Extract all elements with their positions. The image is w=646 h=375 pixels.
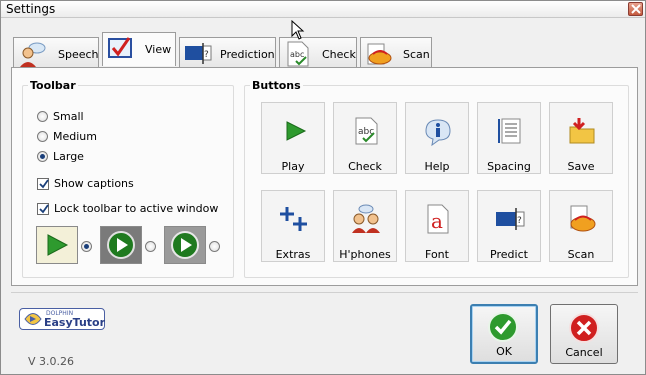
tab-scan[interactable]: Scan xyxy=(360,37,432,68)
scan-icon xyxy=(570,205,596,232)
logo-main-text: EasyTutor xyxy=(44,316,106,329)
spacing-button[interactable]: Spacing xyxy=(477,102,541,174)
cancel-button[interactable]: Cancel xyxy=(550,304,618,364)
check-button[interactable]: abc Check xyxy=(333,102,397,174)
mouse-cursor-icon xyxy=(291,20,305,40)
title-bar: Settings xyxy=(1,1,645,18)
view-tab-panel: Toolbar Small Medium Large Show captions… xyxy=(11,67,638,286)
svg-text:?: ? xyxy=(204,50,209,60)
help-button-label: Help xyxy=(424,160,450,173)
play-icon xyxy=(47,234,69,256)
play-button-label: Play xyxy=(281,160,305,173)
size-small-label: Small xyxy=(53,110,84,123)
font-button[interactable]: a Font xyxy=(405,190,469,262)
help-info-icon xyxy=(425,119,451,147)
predict-icon: ? xyxy=(496,208,525,230)
help-button[interactable]: Help xyxy=(405,102,469,174)
play-light-style-radio[interactable] xyxy=(81,241,92,252)
close-icon xyxy=(631,4,641,14)
scan-icon xyxy=(367,43,392,65)
buttons-group-title: Buttons xyxy=(250,79,303,92)
separator-line xyxy=(11,292,638,293)
play-dark-style-preview[interactable] xyxy=(100,226,142,264)
speech-person-icon xyxy=(20,42,46,67)
size-medium-radio[interactable] xyxy=(37,131,48,142)
size-medium-label: Medium xyxy=(53,130,97,143)
tab-scan-label: Scan xyxy=(403,48,430,61)
ok-button[interactable]: OK xyxy=(470,304,538,364)
play-dark-style-radio[interactable] xyxy=(145,241,156,252)
headphones-button[interactable]: H'phones xyxy=(333,190,397,262)
play-round-icon xyxy=(171,231,199,259)
tab-view[interactable]: View xyxy=(102,32,176,66)
scan-button-label: Scan xyxy=(567,248,595,261)
show-captions-checkbox[interactable] xyxy=(37,177,49,190)
toolbar-group-title: Toolbar xyxy=(28,79,78,92)
headphones-people-icon xyxy=(352,204,380,233)
tab-view-label: View xyxy=(145,43,172,56)
prediction-icon: ? xyxy=(185,43,212,64)
font-button-label: Font xyxy=(425,248,449,261)
settings-window: Settings Speech View ? Prediction abc Ch… xyxy=(0,0,646,375)
headphones-button-label: H'phones xyxy=(339,248,391,261)
checkmark-icon xyxy=(39,178,49,188)
tab-prediction[interactable]: ? Prediction xyxy=(179,37,276,68)
view-check-icon xyxy=(108,37,132,58)
size-medium-option[interactable]: Medium xyxy=(37,130,97,143)
play-icon xyxy=(286,121,307,141)
spell-check-icon: abc xyxy=(287,41,309,67)
spacing-icon xyxy=(498,118,521,144)
save-folder-icon xyxy=(569,118,595,144)
cancel-button-label: Cancel xyxy=(565,346,603,359)
size-large-label: Large xyxy=(53,150,84,163)
dolphin-logo-icon xyxy=(24,313,42,325)
show-captions-label: Show captions xyxy=(54,177,134,190)
play-dark-round-style-radio[interactable] xyxy=(209,241,220,252)
play-round-icon xyxy=(107,231,135,259)
svg-text:abc: abc xyxy=(290,50,304,59)
window-title: Settings xyxy=(6,2,56,16)
size-small-option[interactable]: Small xyxy=(37,110,84,123)
svg-text:a: a xyxy=(431,209,443,233)
lock-toolbar-checkbox[interactable] xyxy=(37,202,49,215)
ok-check-icon xyxy=(488,312,518,342)
extras-button[interactable]: Extras xyxy=(261,190,325,262)
tab-speech-label: Speech xyxy=(58,48,99,61)
check-button-label: Check xyxy=(348,160,382,173)
easytutor-logo: DOLPHIN EasyTutor xyxy=(19,308,105,330)
svg-text:?: ? xyxy=(517,216,522,226)
show-captions-option[interactable]: Show captions xyxy=(37,177,134,190)
size-large-option[interactable]: Large xyxy=(37,150,84,163)
close-button[interactable] xyxy=(628,2,643,16)
save-button[interactable]: Save xyxy=(549,102,613,174)
size-large-radio[interactable] xyxy=(37,151,48,162)
size-small-radio[interactable] xyxy=(37,111,48,122)
save-button-label: Save xyxy=(567,160,595,173)
checkmark-icon xyxy=(39,203,49,213)
scan-button[interactable]: Scan xyxy=(549,190,613,262)
extras-button-label: Extras xyxy=(275,248,311,261)
tab-speech[interactable]: Speech xyxy=(13,37,99,68)
font-icon: a xyxy=(427,204,449,234)
tab-check-label: Check xyxy=(322,48,356,61)
tab-check[interactable]: abc Check xyxy=(279,37,357,68)
check-document-icon: abc xyxy=(355,117,378,145)
tab-prediction-label: Prediction xyxy=(220,48,275,61)
ok-button-label: OK xyxy=(496,345,512,358)
lock-toolbar-option[interactable]: Lock toolbar to active window xyxy=(37,202,218,215)
extras-plus-icon xyxy=(280,207,307,231)
version-label: V 3.0.26 xyxy=(28,355,75,368)
play-button[interactable]: Play xyxy=(261,102,325,174)
play-light-style-preview[interactable] xyxy=(36,226,78,264)
lock-toolbar-label: Lock toolbar to active window xyxy=(54,202,219,215)
predict-button[interactable]: ? Predict xyxy=(477,190,541,262)
play-dark-round-style-preview[interactable] xyxy=(164,226,206,264)
predict-button-label: Predict xyxy=(490,248,528,261)
spacing-button-label: Spacing xyxy=(487,160,531,173)
cancel-x-icon xyxy=(569,313,599,343)
